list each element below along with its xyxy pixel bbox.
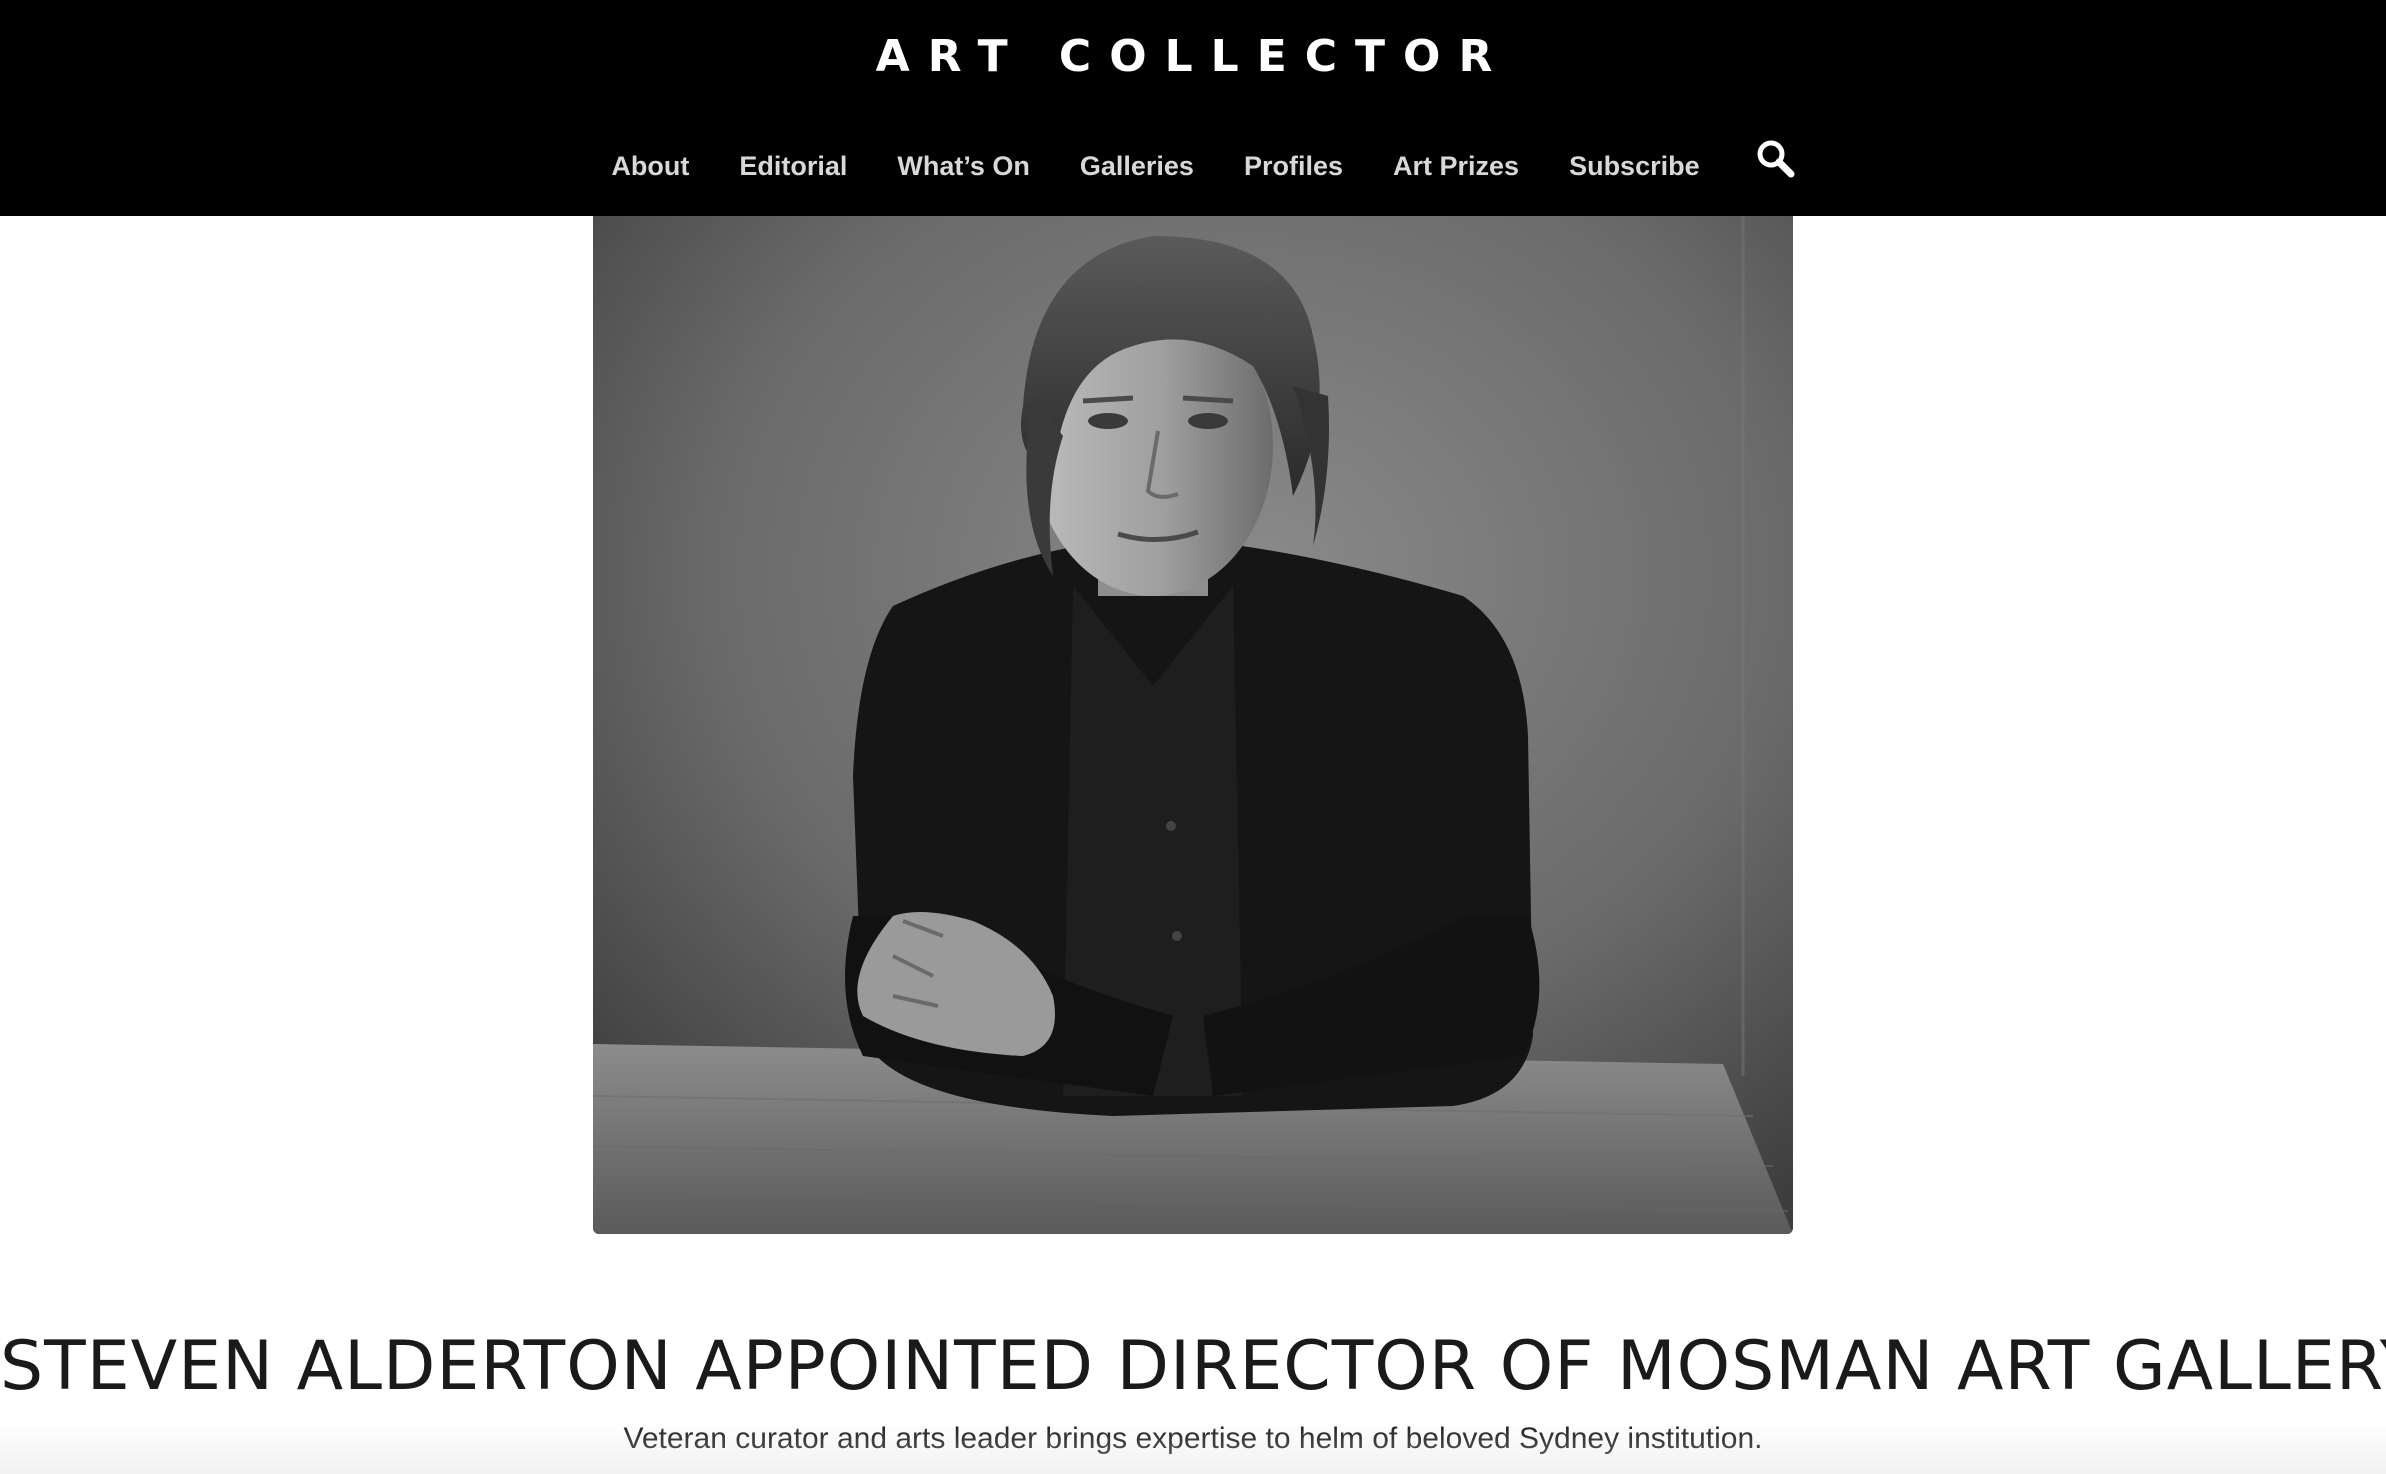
site-logo[interactable]: ART COLLECTOR <box>0 22 2386 92</box>
site-header: ART COLLECTOR About Editorial What’s On … <box>0 0 2386 216</box>
main-nav: About Editorial What’s On Galleries Prof… <box>0 130 2386 202</box>
search-button[interactable] <box>1750 130 1800 186</box>
hero-image <box>593 216 1793 1234</box>
nav-item-subscribe[interactable]: Subscribe <box>1569 130 1700 202</box>
article-subtitle: Veteran curator and arts leader brings e… <box>623 1422 1763 1455</box>
search-icon <box>1757 140 1795 178</box>
nav-item-about[interactable]: About <box>611 130 689 202</box>
nav-item-whats-on[interactable]: What’s On <box>897 130 1030 202</box>
nav-item-galleries[interactable]: Galleries <box>1080 130 1194 202</box>
portrait-photo <box>593 216 1793 1234</box>
nav-item-editorial[interactable]: Editorial <box>739 130 847 202</box>
nav-item-profiles[interactable]: Profiles <box>1244 130 1343 202</box>
article-title: STEVEN ALDERTON APPOINTED DIRECTOR OF MO… <box>0 1327 2386 1406</box>
nav-item-art-prizes[interactable]: Art Prizes <box>1393 130 1519 202</box>
